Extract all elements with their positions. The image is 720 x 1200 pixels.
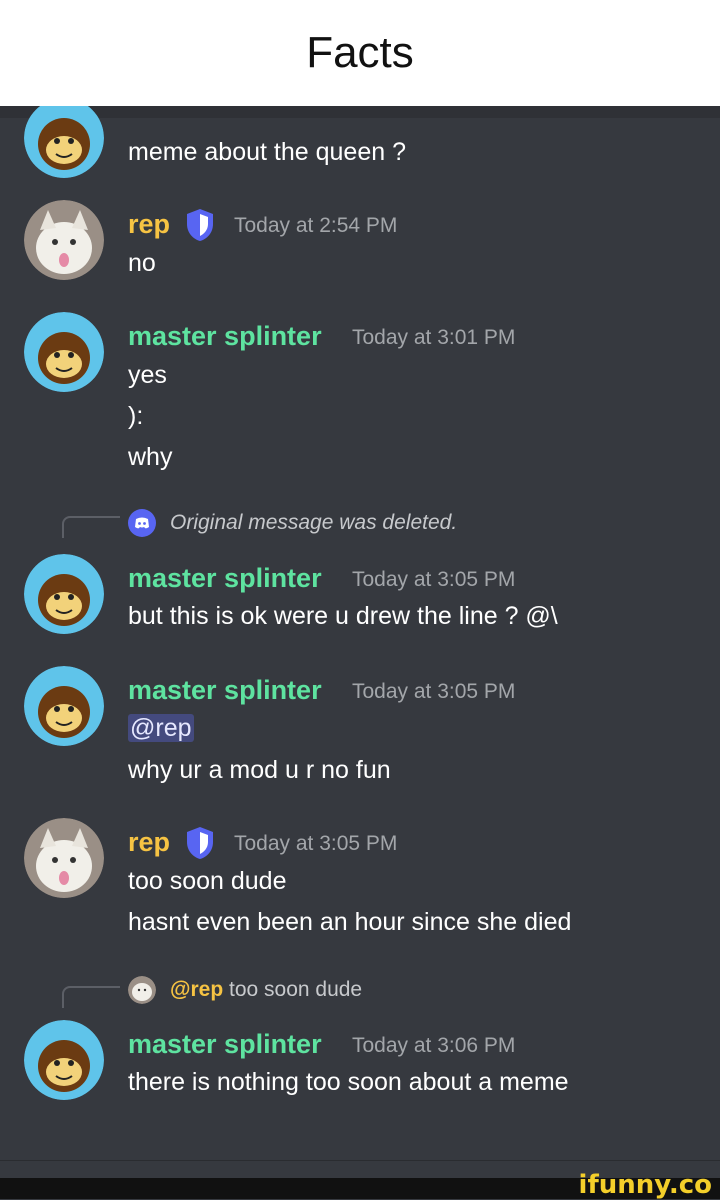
author-name[interactable]: master splinter bbox=[128, 1028, 322, 1060]
author-name[interactable]: rep bbox=[128, 826, 170, 858]
watermark-bar: ifunny.co bbox=[0, 1170, 720, 1200]
message-text: why bbox=[128, 443, 173, 471]
author-name[interactable]: master splinter bbox=[128, 562, 322, 594]
message-text: too soon dude bbox=[128, 867, 287, 895]
moderator-shield-icon bbox=[187, 827, 213, 859]
reply-avatar-rep bbox=[128, 976, 156, 1004]
title-bar: Facts bbox=[0, 0, 720, 106]
timestamp: Today at 2:54 PM bbox=[234, 214, 398, 237]
page-title: Facts bbox=[306, 28, 414, 77]
avatar-master-splinter[interactable] bbox=[24, 312, 104, 392]
author-name[interactable]: master splinter bbox=[128, 674, 322, 706]
ifunny-watermark: ifunny.co bbox=[578, 1170, 712, 1200]
timestamp: Today at 3:05 PM bbox=[352, 568, 516, 591]
message-text: ): bbox=[128, 402, 144, 430]
avatar-master-splinter[interactable] bbox=[24, 554, 104, 634]
reply-mention[interactable]: @rep bbox=[170, 978, 223, 1001]
message-text: hasnt even been an hour since she died bbox=[128, 908, 572, 936]
reply-connector bbox=[62, 516, 120, 538]
author-name[interactable]: rep bbox=[128, 208, 170, 240]
avatar-master-splinter[interactable] bbox=[24, 1020, 104, 1100]
timestamp: Today at 3:05 PM bbox=[352, 680, 516, 703]
author-name[interactable]: master splinter bbox=[128, 320, 322, 352]
timestamp: Today at 3:06 PM bbox=[352, 1034, 516, 1057]
message-text: but this is ok were u drew the line ? @\ bbox=[128, 602, 558, 630]
message-text: yes bbox=[128, 361, 167, 389]
moderator-shield-icon bbox=[187, 209, 213, 241]
timestamp: Today at 3:05 PM bbox=[234, 832, 398, 855]
reply-preview[interactable]: too soon dude bbox=[229, 978, 362, 1001]
message-text: why ur a mod u r no fun bbox=[128, 756, 391, 784]
message-text: there is nothing too soon about a meme bbox=[128, 1068, 569, 1096]
avatar-rep[interactable] bbox=[24, 818, 104, 898]
chat-log[interactable]: meme about the queen ? rep Today at 2:54… bbox=[0, 106, 720, 1160]
message-text: no bbox=[128, 249, 156, 277]
avatar-rep[interactable] bbox=[24, 200, 104, 280]
discord-icon bbox=[128, 509, 156, 537]
cutoff-strip bbox=[0, 106, 720, 118]
avatar-master-splinter[interactable] bbox=[24, 106, 104, 178]
message-text: meme about the queen ? bbox=[128, 138, 406, 166]
reply-preview[interactable]: Original message was deleted. bbox=[170, 509, 457, 537]
timestamp: Today at 3:01 PM bbox=[352, 326, 516, 349]
reply-connector bbox=[62, 986, 120, 1008]
avatar-master-splinter[interactable] bbox=[24, 666, 104, 746]
user-mention[interactable]: @rep bbox=[128, 714, 194, 742]
